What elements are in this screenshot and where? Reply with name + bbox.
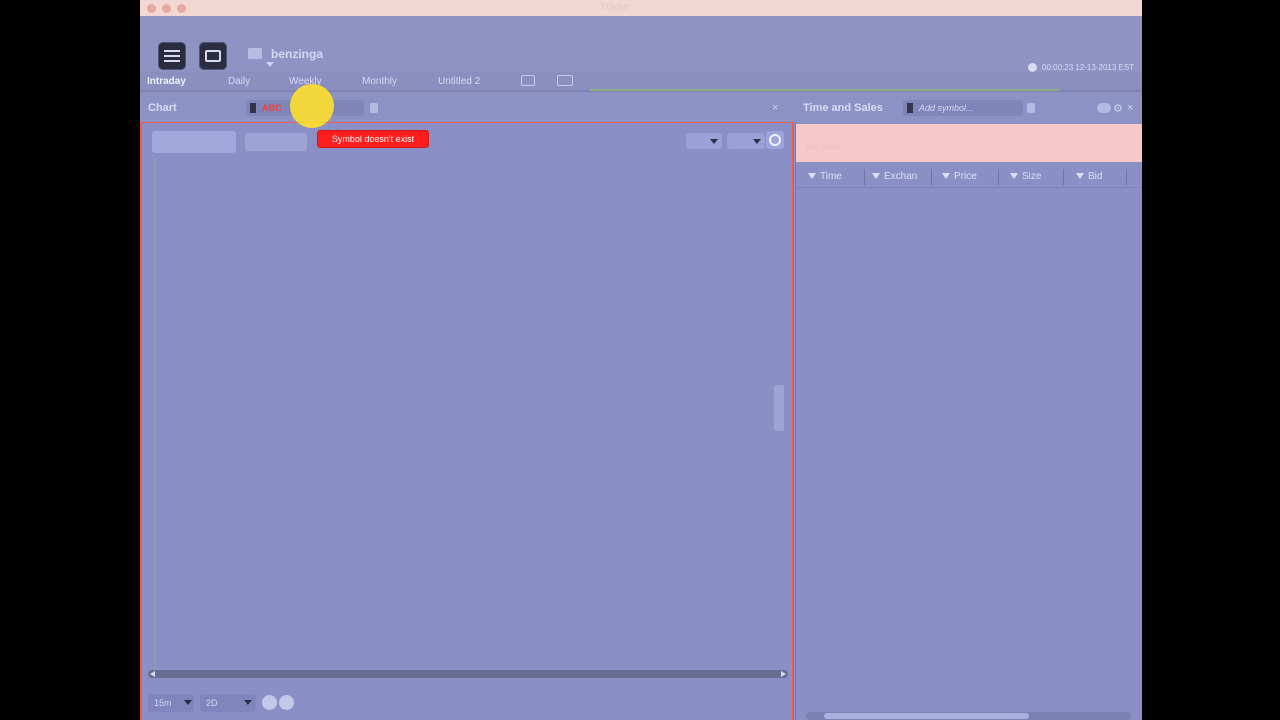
chart-title: Chart [148, 102, 177, 114]
indicator-dropdown[interactable] [727, 133, 765, 149]
time-and-sales-title: Time and Sales [803, 102, 883, 114]
tas-horizontal-scrollbar[interactable] [806, 712, 1131, 720]
chart-period-input[interactable] [245, 133, 307, 151]
column-divider[interactable] [864, 169, 865, 185]
chevron-down-icon [244, 700, 252, 705]
tab-intraday[interactable]: Intraday [147, 76, 186, 87]
main-menu-button[interactable] [158, 42, 186, 70]
scroll-left-icon[interactable] [150, 671, 155, 677]
monitor-button[interactable] [199, 42, 227, 70]
vertical-slider[interactable] [774, 385, 784, 431]
drag-handle-icon[interactable] [250, 103, 256, 113]
layout-icon[interactable] [521, 75, 535, 86]
settings-icon[interactable]: ⚙ [1113, 102, 1123, 115]
app-header: benzinga 00:00:23 12-13-2013 EST [140, 16, 1142, 72]
monitor-icon [205, 50, 221, 62]
chart-symbol-value: ABC [262, 103, 282, 113]
tas-symbol-input[interactable]: Add symbol... [903, 100, 1023, 116]
filter-icon [1010, 173, 1018, 180]
close-window-dot[interactable] [147, 4, 156, 13]
filter-icon [1076, 173, 1084, 180]
link-icon[interactable] [1097, 103, 1111, 113]
minimize-window-dot[interactable] [162, 4, 171, 13]
zoom-out-icon[interactable] [262, 695, 277, 710]
gear-icon [769, 134, 781, 146]
chevron-down-icon [710, 139, 718, 144]
chart-panel-header: Chart ABC × [140, 92, 794, 123]
cursor-highlight [290, 84, 334, 128]
clock-icon [1028, 63, 1037, 72]
title-bar: Trader [140, 0, 1142, 16]
tas-column-header: Time Exchan Price Size Bid [796, 167, 1142, 188]
chart-settings-button[interactable] [766, 131, 784, 149]
chart-panel: Symbol doesn't exist 15m 2D [140, 122, 794, 720]
column-divider[interactable] [931, 169, 932, 185]
error-tooltip: Symbol doesn't exist [317, 130, 429, 148]
trader-window: Trader benzinga 00:00:23 12-13-2013 EST … [140, 0, 1142, 720]
column-exchange[interactable]: Exchan [872, 171, 917, 182]
chart-type-dropdown[interactable] [686, 133, 722, 149]
zoom-window-dot[interactable] [177, 4, 186, 13]
column-time[interactable]: Time [808, 171, 842, 182]
column-price-label: Price [954, 171, 977, 182]
column-size[interactable]: Size [1010, 171, 1041, 182]
tas-symbol-placeholder: Add symbol... [919, 103, 974, 113]
chart-toolbar-left[interactable] [152, 131, 236, 153]
column-bid[interactable]: Bid [1076, 171, 1102, 182]
time-and-sales-panel: No data Time Exchan Price Size Bid [795, 122, 1142, 720]
zoom-in-icon[interactable] [279, 695, 294, 710]
close-icon[interactable]: × [1127, 102, 1133, 114]
close-icon[interactable]: × [772, 102, 778, 114]
chevron-down-icon [184, 700, 192, 705]
column-divider[interactable] [998, 169, 999, 185]
scroll-thumb[interactable] [824, 713, 1029, 719]
tab-monthly[interactable]: Monthly [362, 76, 397, 87]
account-name[interactable]: benzinga [271, 47, 323, 61]
column-divider[interactable] [1063, 169, 1064, 185]
chevron-down-icon [753, 139, 761, 144]
filter-icon [872, 173, 880, 180]
filter-icon [808, 173, 816, 180]
column-time-label: Time [820, 171, 842, 182]
lock-icon[interactable] [370, 103, 378, 113]
column-exchange-label: Exchan [884, 171, 918, 182]
tab-daily[interactable]: Daily [228, 76, 250, 87]
column-price[interactable]: Price [942, 171, 977, 182]
chart-guide-line [154, 158, 156, 678]
tas-status-banner: No data [796, 124, 1142, 162]
briefcase-icon [248, 48, 262, 59]
clock-readout: 00:00:23 12-13-2013 EST [1042, 63, 1135, 72]
account-chevron-down-icon[interactable] [266, 62, 274, 67]
lock-icon[interactable] [1027, 103, 1035, 113]
filter-icon [942, 173, 950, 180]
drag-handle-icon[interactable] [907, 103, 913, 113]
column-bid-label: Bid [1088, 171, 1103, 182]
scroll-right-icon[interactable] [781, 671, 786, 677]
time-and-sales-header: Time and Sales Add symbol... ⚙ × [795, 92, 1142, 123]
print-icon[interactable] [557, 75, 573, 86]
horizontal-scrollbar[interactable] [148, 670, 788, 678]
menu-icon [164, 50, 180, 62]
column-divider[interactable] [1126, 169, 1127, 185]
active-indicator-line [590, 89, 1060, 91]
column-size-label: Size [1022, 171, 1042, 182]
window-title: Trader [600, 2, 630, 13]
tab-untitled-2[interactable]: Untitled 2 [438, 76, 480, 87]
tas-status-text: No data [806, 142, 842, 153]
